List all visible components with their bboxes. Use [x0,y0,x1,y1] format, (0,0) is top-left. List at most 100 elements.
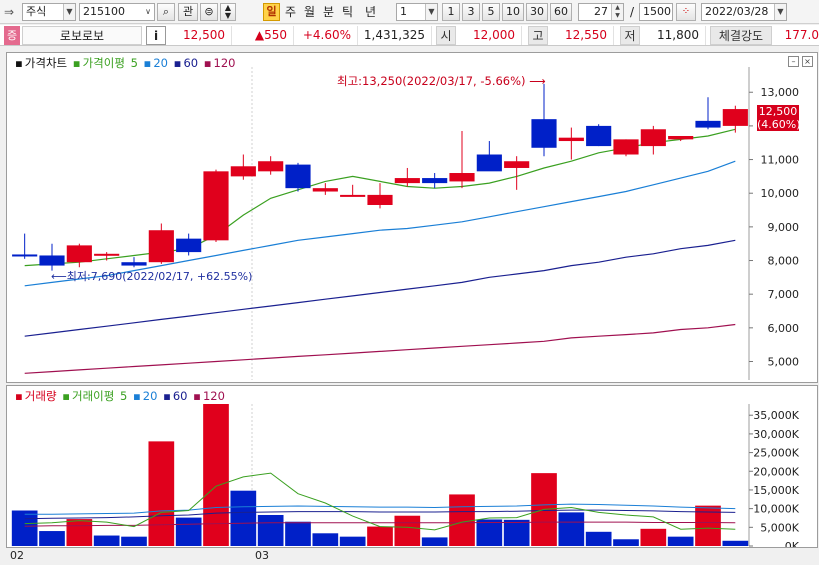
y-tick-label: 30,000K [753,428,799,441]
market-type-select[interactable]: 주식 ▼ [22,3,76,21]
open-price: 12,000 [458,26,522,45]
price-chart-panel[interactable]: 5,000 6,000 7,000 8,000 9,000 10,000 11,000 12,… [6,52,818,383]
link-arrow-icon[interactable]: ⇒ [4,3,20,21]
candle-body [94,253,120,256]
candle-body [394,178,420,184]
strength-label: 체결강도 [710,26,772,45]
candle-body [722,109,748,126]
interval-button-60[interactable]: 60 [550,3,572,21]
interval-button-3[interactable]: 3 [462,3,480,21]
stepper-button[interactable]: ▲ ▼ [220,3,236,21]
candle-body [613,139,639,155]
chevron-down-icon: ▼ [63,4,75,20]
tab-tick[interactable]: 틱 [339,3,356,21]
current-price-tag: 12,500 (4.60%) [757,105,801,131]
price-chart[interactable]: 5,000 6,000 7,000 8,000 9,000 10,000 11,000 12,… [7,53,817,382]
vma5-line [24,472,736,531]
legend-ma20: 20 [153,56,168,70]
toolbar: ⇒ 주식 ▼ 215100 ∨ ⌕ 관 ⊜ ▲ ▼ 일 주 월 분 틱 년 1 ▼… [0,0,819,24]
candle-body [504,161,530,168]
volume-bar [558,512,585,546]
interval-value: 1 [400,5,407,18]
interval-label: 1 [447,5,455,18]
tab-minute[interactable]: 분 [320,3,337,21]
close-icon[interactable]: × [802,56,813,67]
display-count-input[interactable]: 27 ▲ ▼ [578,3,624,21]
candle-body [367,194,393,205]
volume-bar [148,441,175,546]
legend-marker: ▪ [132,389,141,403]
interval-select[interactable]: 1 ▼ [396,3,438,21]
volume-bar [93,535,120,546]
interest-button[interactable]: 관 [178,3,198,21]
current-price-tag-value: 12,500 [758,105,798,118]
interval-label: 5 [487,5,495,18]
refresh-button[interactable]: ⊜ [200,3,218,21]
tab-monthly[interactable]: 월 [301,3,318,21]
interest-label: 관 [182,5,194,18]
current-price: 12,500 [170,26,232,45]
interval-button-30[interactable]: 30 [526,3,548,21]
vma20-line [24,503,736,515]
tab-weekly[interactable]: 주 [282,3,299,21]
grid-settings-button[interactable]: ⁘ [676,3,696,21]
volume-bar [667,536,694,546]
interval-label: 30 [530,5,544,18]
tab-label: 년 [364,5,377,19]
volume-bar [203,404,229,546]
high-price: 12,550 [550,26,614,45]
candle-body [312,188,338,192]
interval-button-1[interactable]: 1 [442,3,460,21]
legend-ma5: 5 [130,56,138,70]
stock-code-input[interactable]: 215100 ∨ [79,3,155,21]
date-select[interactable]: 2022/03/28 ▼ [701,3,787,21]
legend-marker: ▪ [143,56,152,70]
tab-daily[interactable]: 일 [263,3,280,21]
y-tick-label: 20,000K [753,465,799,478]
legend-marker: ▪ [173,56,182,70]
y-tick-label: 10,000K [753,503,799,516]
info-button[interactable]: i [146,26,166,45]
volume-chart-panel[interactable]: 0K 5,000K 10,000K 15,000K 20,000K 25,000K 30,0… [6,385,818,548]
legend-vma20: 20 [142,389,158,403]
y-tick-label: 5,000K [760,521,799,534]
tab-label: 틱 [341,5,354,19]
stock-name: 로보로보 [22,26,142,45]
low-label: 저 [620,26,640,45]
candle-body [203,171,229,241]
y-tick-label: 0K [785,540,800,547]
volume-bar [585,531,612,546]
candle-body [668,135,694,140]
legend-vma: 거래이평 [72,389,115,403]
minimize-icon[interactable]: – [788,56,799,67]
chevron-down-icon: ∨ [142,4,154,20]
interval-button-5[interactable]: 5 [482,3,500,21]
low-annotation: ⟵최저:7,690(2022/02/17, +62.55%) [51,268,252,284]
candle-body [230,166,256,177]
interval-button-10[interactable]: 10 [502,3,524,21]
vma120-line [24,521,736,527]
candle-body [12,254,38,257]
candle-body [176,238,202,253]
strength-value: 177.0 [784,28,819,42]
volume-bar [476,519,503,546]
total-count-input[interactable]: 1500 [639,3,673,21]
candle-body [340,194,366,197]
legend-marker: ▪ [15,56,23,70]
y-tick-label: 11,000 [761,154,800,167]
candle-body [476,154,502,172]
stepper-icon: ▲ ▼ [224,3,232,20]
tab-label: 일 [266,5,277,18]
legend-ma120: 120 [213,56,236,70]
volume-chart[interactable]: 0K 5,000K 10,000K 15,000K 20,000K 25,000K 30,0… [7,386,817,547]
volume-bar [640,528,667,546]
legend-vma120: 120 [202,389,225,403]
spin-icon[interactable]: ▲ ▼ [611,4,623,20]
legend-ma60: 60 [183,56,199,70]
change-percent: +4.60% [296,26,358,45]
tab-yearly[interactable]: 년 [358,3,383,21]
ma120-line [24,323,736,374]
y-tick-label: 15,000K [753,484,799,497]
volume-bar [613,539,639,546]
search-button[interactable]: ⌕ [157,3,175,21]
